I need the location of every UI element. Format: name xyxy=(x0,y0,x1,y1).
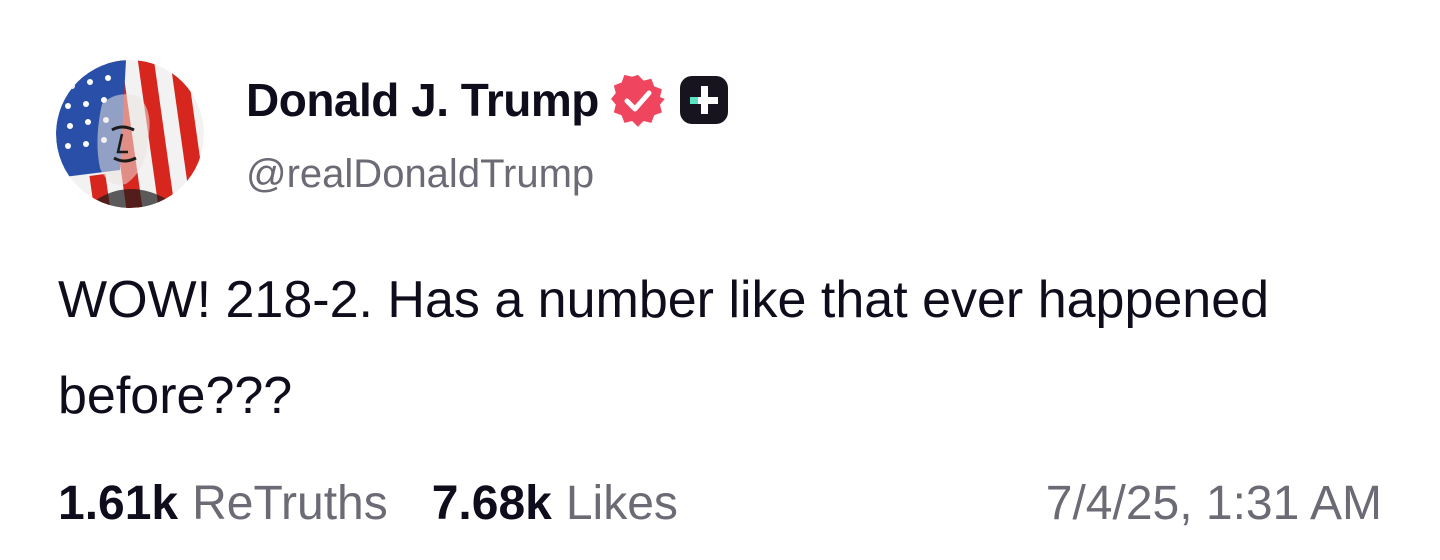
verified-icon xyxy=(610,73,665,127)
author-handle[interactable]: @realDonaldTrump xyxy=(246,152,594,197)
likes-stat[interactable]: 7.68k Likes xyxy=(432,476,678,531)
post-timestamp[interactable]: 7/4/25, 1:31 AM xyxy=(1046,476,1382,531)
avatar-image xyxy=(56,60,204,208)
author-row: Donald J. Trump xyxy=(246,70,731,130)
likes-count: 7.68k xyxy=(431,477,552,530)
likes-label: Likes xyxy=(565,477,678,530)
retruths-stat[interactable]: 1.61k ReTruths xyxy=(58,476,388,531)
post-text: WOW! 218-2. Has a number like that ever … xyxy=(58,271,1284,425)
post-stats: 1.61k ReTruths 7.68k Likes xyxy=(58,476,678,531)
retruths-label: ReTruths xyxy=(192,477,388,530)
plus-icon xyxy=(677,73,731,127)
retruths-count: 1.61k xyxy=(58,477,179,530)
post-card: Donald J. Trump @realDonaldTrump WOW! 21… xyxy=(0,0,1440,560)
avatar[interactable] xyxy=(56,60,204,208)
author-display-name[interactable]: Donald J. Trump xyxy=(246,73,599,127)
